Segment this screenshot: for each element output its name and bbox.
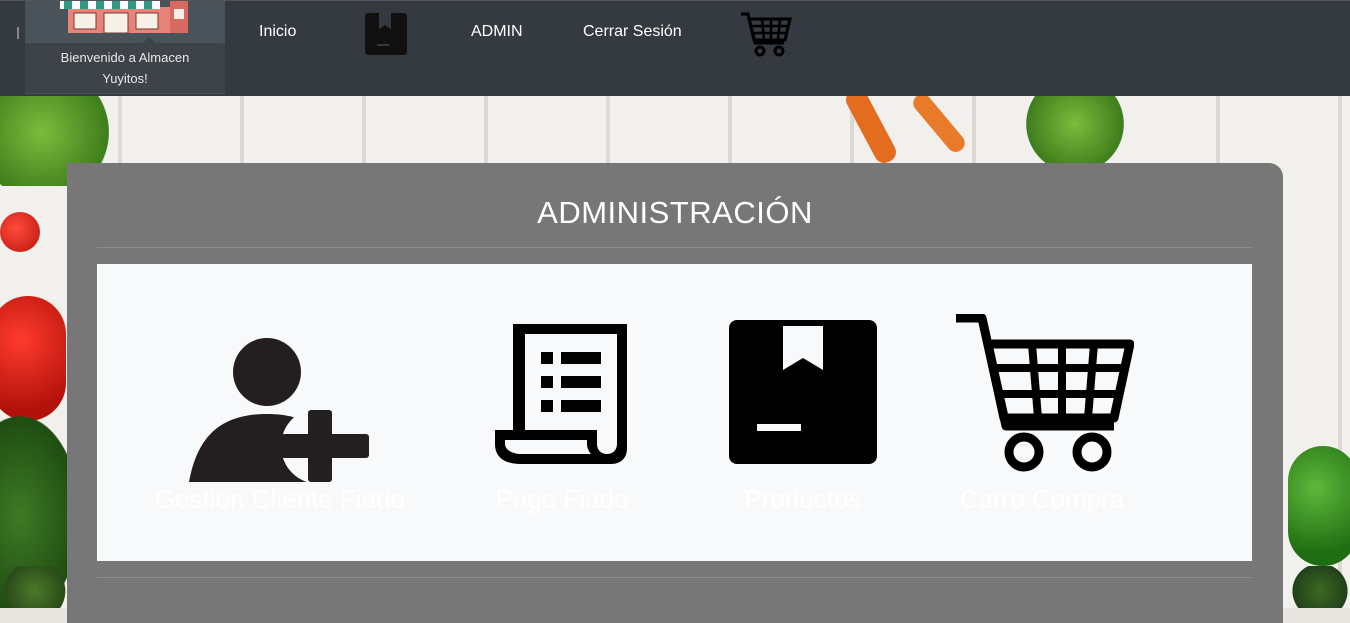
divider-top	[97, 247, 1252, 248]
nav-link-logout[interactable]: Cerrar Sesión	[583, 23, 682, 41]
tomato-decoration	[0, 212, 40, 252]
carrot-decoration-2	[909, 96, 969, 156]
welcome-text-line1: Bienvenido a Almacen	[60, 50, 190, 65]
tile-productos[interactable]: Productos	[717, 264, 897, 561]
welcome-tooltip: Bienvenido a Almacen Yuyitos!	[25, 43, 225, 93]
nav-link-admin[interactable]: ADMIN	[471, 23, 523, 41]
navbar-separator	[17, 27, 19, 39]
nav-link-inicio[interactable]: Inicio	[259, 23, 296, 41]
package-box-icon[interactable]	[365, 13, 407, 55]
package-box-icon	[729, 320, 877, 464]
carrot-decoration	[842, 96, 900, 167]
store-image	[60, 1, 188, 33]
tile-label: Gestion Cliente Fiado	[154, 484, 406, 514]
receipt-scroll-icon	[495, 324, 627, 464]
admin-panel: ADMINISTRACIÓN Gestion Cliente Fiado Pag…	[67, 163, 1283, 623]
page-title: ADMINISTRACIÓN	[537, 195, 813, 230]
tile-label: Pago Fiado	[495, 484, 629, 514]
tile-gestion-cliente-fiado[interactable]: Gestion Cliente Fiado	[137, 264, 427, 561]
lettuce-decoration-right	[1020, 96, 1130, 166]
broccoli-decoration-left	[0, 566, 70, 608]
broccoli-decoration	[1290, 566, 1350, 608]
shopping-cart-icon	[956, 314, 1134, 472]
welcome-text-line2: Yuyitos!	[102, 71, 148, 86]
shopping-cart-icon[interactable]	[740, 11, 792, 57]
add-user-icon	[189, 338, 369, 482]
tile-label: Carro Compra	[959, 484, 1125, 514]
top-navbar: Bienvenido a Almacen Yuyitos! Inicio ADM…	[0, 0, 1350, 96]
divider-bottom	[97, 577, 1252, 578]
brand-logo[interactable]: Bienvenido a Almacen Yuyitos!	[25, 1, 225, 94]
admin-tiles-container: Gestion Cliente Fiado Pago Fiado Product…	[97, 264, 1252, 561]
green-pepper-decoration	[1288, 446, 1350, 566]
tile-pago-fiado[interactable]: Pago Fiado	[467, 264, 667, 561]
tile-label: Productos	[744, 484, 862, 514]
tile-carro-compra[interactable]: Carro Compra	[942, 264, 1152, 561]
red-pepper-decoration	[0, 296, 66, 421]
